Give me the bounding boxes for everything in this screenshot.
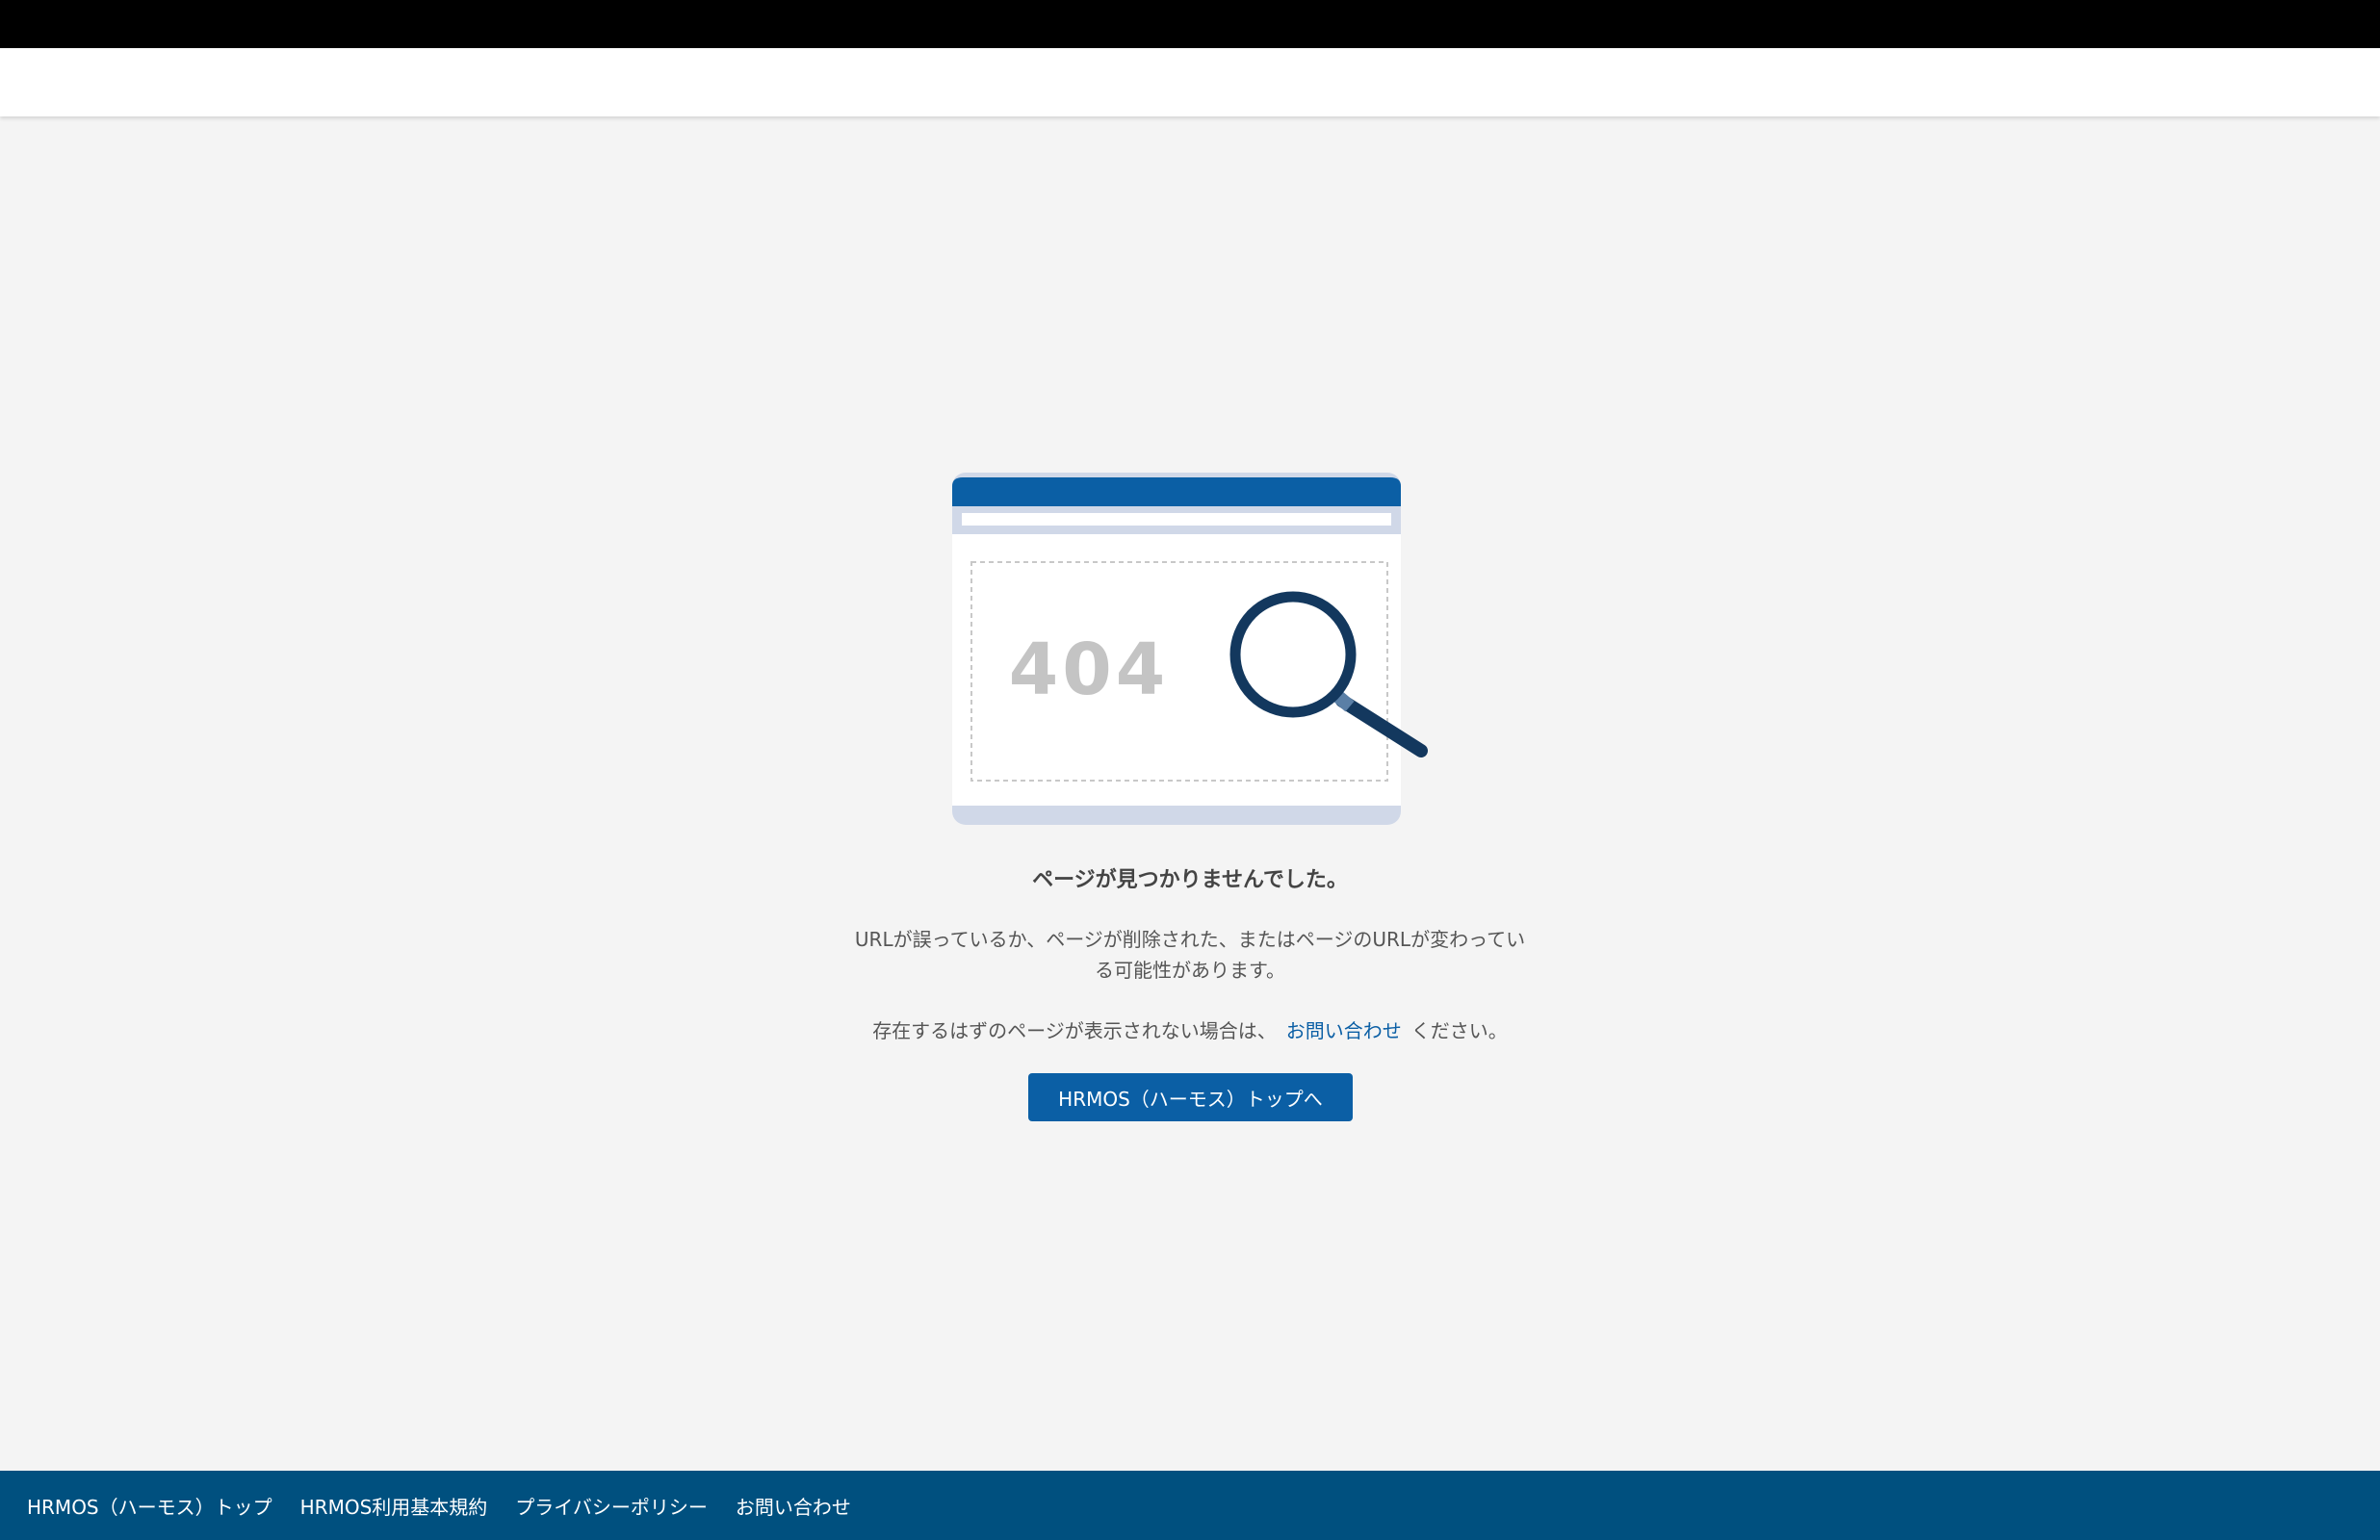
contact-suffix-text: ください。: [1410, 1019, 1508, 1042]
footer-link-contact[interactable]: お問い合わせ: [736, 1492, 851, 1520]
contact-link[interactable]: お問い合わせ: [1286, 1019, 1402, 1042]
browser-address-bar: [962, 513, 1391, 526]
contact-prefix-text: 存在するはずのページが表示されない場合は、: [872, 1019, 1277, 1042]
footer-link-privacy-policy[interactable]: プライバシーポリシー: [515, 1492, 708, 1520]
footer: HRMOS（ハーモス）トップ HRMOS利用基本規約 プライバシーポリシー お問…: [0, 1471, 2380, 1540]
hrmos-top-button[interactable]: HRMOS（ハーモス）トップへ: [1028, 1073, 1353, 1121]
top-black-bar: [0, 0, 2380, 48]
page-title: ページが見つかりませんでした。: [1032, 868, 1348, 892]
page-not-found-illustration: 404: [952, 473, 1428, 825]
footer-link-hrmos-top[interactable]: HRMOS（ハーモス）トップ: [27, 1492, 272, 1520]
footer-link-terms[interactable]: HRMOS利用基本規約: [300, 1492, 488, 1520]
error-code-text: 404: [1009, 629, 1169, 711]
contact-guidance: 存在するはずのページが表示されない場合は、 お問い合わせ ください。: [0, 1015, 2380, 1043]
browser-title-bar: [952, 477, 1401, 506]
error-description: URLが誤っているか、ページが削除された、またはページのURLが変わっている可能…: [854, 928, 1526, 982]
magnifier-lens-icon: [1229, 591, 1357, 718]
header-bar: [0, 48, 2380, 116]
